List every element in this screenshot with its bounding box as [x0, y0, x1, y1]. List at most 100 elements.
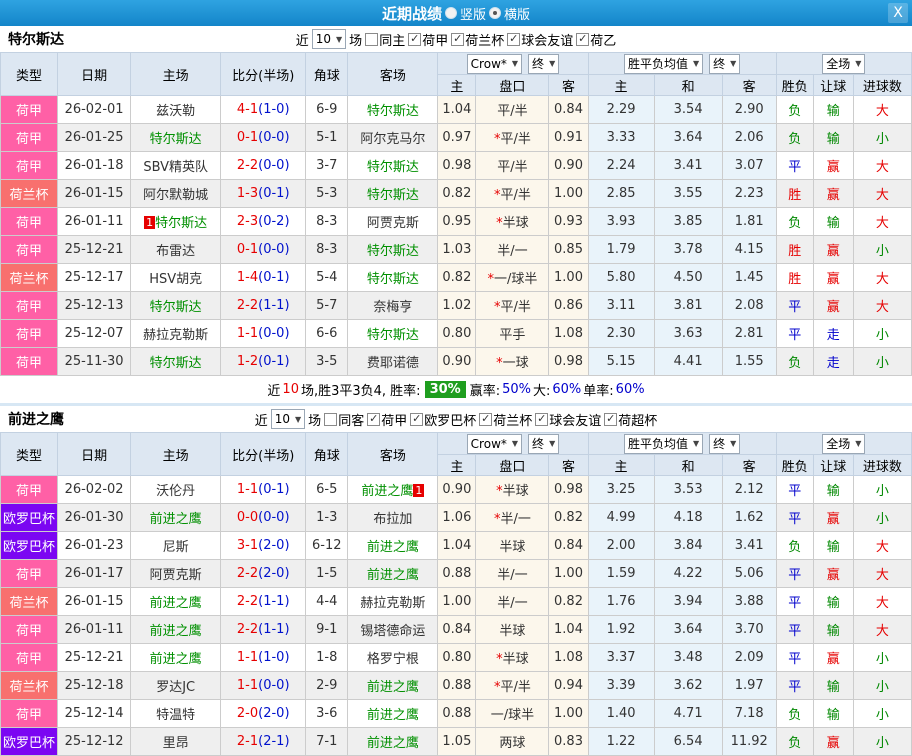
home-team-name: 前进之鹰 [150, 596, 202, 611]
home-team-name: 阿贾克斯 [150, 568, 202, 583]
radio-horizontal[interactable] [489, 7, 501, 19]
score-cell: 2-2(1-1) [221, 292, 306, 320]
date-cell: 26-01-15 [58, 588, 131, 616]
result-goals: 小 [853, 700, 911, 728]
result-handicap: 走 [813, 348, 853, 376]
league-checkbox-4[interactable]: ✓荷超杯 [604, 410, 657, 429]
checkbox-checked-icon: ✓ [535, 413, 548, 426]
bookmaker-select-value: Crow* [471, 57, 507, 71]
away-team-name: 前进之鹰 [367, 540, 419, 555]
league-checkbox-1[interactable]: ✓荷兰杯 [451, 30, 504, 49]
bookmaker-select[interactable]: Crow*▼ [467, 54, 522, 74]
bookmaker-select[interactable]: Crow*▼ [467, 434, 522, 454]
league-checkbox-0[interactable]: ✓荷甲 [367, 410, 407, 429]
result-wdl: 平 [776, 292, 813, 320]
avg-home: 2.24 [588, 152, 654, 180]
final-select-1[interactable]: 终▼ [528, 434, 559, 454]
halftime-score: (0-1) [258, 270, 289, 285]
corner-cell: 8-3 [306, 208, 348, 236]
league-checkbox-1[interactable]: ✓欧罗巴杯 [410, 410, 476, 429]
avg-home: 5.80 [588, 264, 654, 292]
handicap-cell: 一/球半 [476, 700, 549, 728]
avg-away: 2.81 [722, 320, 776, 348]
halftime-score: (1-1) [258, 594, 289, 609]
close-icon[interactable]: X [888, 3, 908, 23]
halftime-score: (0-1) [258, 482, 289, 497]
halftime-score: (0-0) [258, 130, 289, 145]
avg-away: 3.07 [722, 152, 776, 180]
match-count-select[interactable]: 10▼ [312, 29, 346, 49]
match-count-select[interactable]: 10▼ [271, 409, 305, 429]
result-goals: 小 [853, 348, 911, 376]
result-goals: 大 [853, 180, 911, 208]
scope-group: 全场▼ [777, 434, 911, 454]
fulltime-score: 2-2 [237, 158, 258, 173]
score-cell: 2-1(2-1) [221, 728, 306, 756]
handicap-name: 半球 [503, 652, 529, 667]
league-checkbox-2[interactable]: ✓荷兰杯 [479, 410, 532, 429]
type-badge: 荷甲 [1, 124, 58, 152]
radio-horizontal-label: 横版 [504, 4, 530, 23]
type-badge: 荷甲 [1, 152, 58, 180]
match-row: 荷甲26-01-17阿贾克斯2-2(2-0)1-5前进之鹰0.88半/一1.00… [1, 560, 912, 588]
result-handicap: 赢 [813, 504, 853, 532]
checkbox-checked-icon: ✓ [576, 33, 589, 46]
avg-away: 1.55 [722, 348, 776, 376]
away-team: 前进之鹰 [348, 560, 438, 588]
away-team-name: 阿尔克马尔 [360, 132, 425, 147]
away-team: 阿贾克斯 [348, 208, 438, 236]
corner-cell: 6-6 [306, 320, 348, 348]
away-team: 布拉加 [348, 504, 438, 532]
odds-home: 0.82 [438, 264, 476, 292]
sub-wdl: 胜负 [776, 455, 813, 476]
result-wdl: 负 [776, 208, 813, 236]
odds-away: 0.84 [549, 96, 588, 124]
halftime-score: (2-1) [258, 734, 289, 749]
final-select-1[interactable]: 终▼ [528, 54, 559, 74]
same-venue-checkbox[interactable]: 同客 [324, 410, 364, 429]
avg-home: 1.22 [588, 728, 654, 756]
score-cell: 1-2(0-1) [221, 348, 306, 376]
scope-select[interactable]: 全场▼ [822, 434, 865, 454]
away-team-name: 特尔斯达 [367, 104, 419, 119]
handicap-cell: 平手 [476, 320, 549, 348]
away-team: 赫拉克勒斯 [348, 588, 438, 616]
chevron-down-icon: ▼ [693, 59, 699, 68]
score-cell: 1-1(0-0) [221, 672, 306, 700]
avg-select-value: 胜平负均值 [628, 435, 688, 452]
radio-vertical[interactable] [445, 7, 457, 19]
halftime-score: (0-0) [258, 242, 289, 257]
scope-select[interactable]: 全场▼ [822, 54, 865, 74]
sub-away-odds: 客 [549, 75, 588, 96]
result-goals: 大 [853, 208, 911, 236]
bookmaker-group: Crow*▼ 终▼ [438, 54, 587, 74]
odds-away: 0.85 [549, 236, 588, 264]
sub-handicap: 盘口 [476, 455, 549, 476]
league-checkbox-3[interactable]: ✓荷乙 [576, 30, 616, 49]
handicap-name: 平/半 [500, 132, 530, 147]
league-checkbox-0[interactable]: ✓荷甲 [408, 30, 448, 49]
league-checkbox-2[interactable]: ✓球会友谊 [507, 30, 573, 49]
avg-select[interactable]: 胜平负均值▼ [624, 434, 703, 454]
handicap-cell: *半/一 [476, 504, 549, 532]
avg-select[interactable]: 胜平负均值▼ [624, 54, 703, 74]
same-venue-checkbox[interactable]: 同主 [365, 30, 405, 49]
result-handicap: 输 [813, 700, 853, 728]
odds-home: 0.90 [438, 348, 476, 376]
handicap-cell: *半球 [476, 476, 549, 504]
result-handicap: 赢 [813, 644, 853, 672]
avg-draw: 3.53 [654, 476, 722, 504]
home-team-name: 前进之鹰 [150, 512, 202, 527]
avg-home: 3.11 [588, 292, 654, 320]
away-team-name: 前进之鹰 [367, 736, 419, 751]
scope-group-header: 全场▼ [776, 53, 911, 75]
sections-container: 特尔斯达近10▼场同主✓荷甲✓荷兰杯✓球会友谊✓荷乙类型日期主场比分(半场)角球… [0, 26, 912, 756]
avg-draw: 4.50 [654, 264, 722, 292]
unit-label: 场 [308, 410, 321, 429]
home-team: 布雷达 [131, 236, 221, 264]
league-checkbox-3[interactable]: ✓球会友谊 [535, 410, 601, 429]
final-select-2[interactable]: 终▼ [709, 54, 740, 74]
date-cell: 26-01-18 [58, 152, 131, 180]
final-select-2[interactable]: 终▼ [709, 434, 740, 454]
away-team-name: 特尔斯达 [367, 244, 419, 259]
